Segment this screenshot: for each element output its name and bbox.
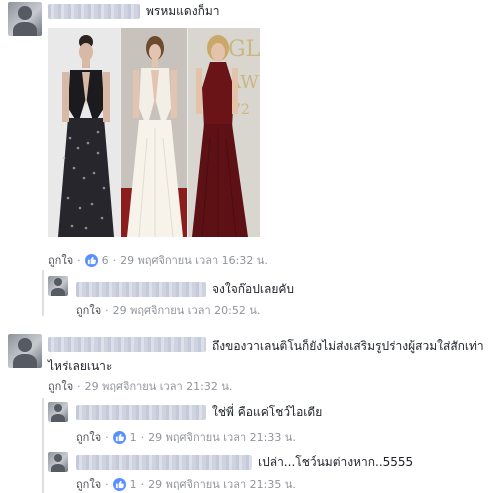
reply-thread-line xyxy=(42,270,44,316)
commenter-name-redacted[interactable] xyxy=(76,405,206,420)
reply-timestamp[interactable]: 29 พฤศจิกายน เวลา 21:35 น. xyxy=(148,475,296,493)
reaction-count[interactable]: 1 xyxy=(130,431,137,444)
like-link[interactable]: ถูกใจ xyxy=(76,301,101,319)
photo-panel-2 xyxy=(121,28,187,237)
comment-meta: ถูกใจ · 6 · 29 พฤศจิกายน เวลา 16:32 น. xyxy=(48,251,268,269)
reaction-count[interactable]: 1 xyxy=(130,478,137,491)
thumbs-up-icon[interactable] xyxy=(112,477,126,491)
comment-timestamp[interactable]: 29 พฤศจิกายน เวลา 16:32 น. xyxy=(120,251,268,269)
thumbs-up-icon[interactable] xyxy=(112,430,126,444)
separator-dot: · xyxy=(140,477,145,491)
avatar[interactable] xyxy=(48,402,68,422)
reply-meta: ถูกใจ · 29 พฤศจิกายน เวลา 20:52 น. xyxy=(76,301,260,319)
reply-meta: ถูกใจ · 1 · 29 พฤศจิกายน เวลา 21:33 น. xyxy=(76,428,296,446)
commenter-name-redacted[interactable] xyxy=(76,282,206,297)
comment-photo[interactable]: GL AW 72 xyxy=(48,28,260,237)
comment-timestamp[interactable]: 29 พฤศจิกายน เวลา 21:32 น. xyxy=(85,377,233,395)
thumbs-up-icon[interactable] xyxy=(84,253,98,267)
comment-text: พรหมแดงก็มา xyxy=(146,4,220,18)
reply-thread-line xyxy=(42,398,44,493)
separator-dot: · xyxy=(140,430,145,444)
reply-timestamp[interactable]: 29 พฤศจิกายน เวลา 21:33 น. xyxy=(148,428,296,446)
commenter-name-redacted[interactable] xyxy=(76,455,252,470)
separator-dot: · xyxy=(77,379,81,393)
separator-dot: · xyxy=(105,303,109,317)
avatar[interactable] xyxy=(8,334,42,368)
reply-text: เปล่า...โชว์นมต่างหาก..5555 xyxy=(258,455,414,469)
separator-dot: · xyxy=(105,430,109,444)
commenter-name-redacted[interactable] xyxy=(48,4,140,19)
comment-text: ถึงของวาเลนติโนก็ยังไม่ส่งเสริมรูปร่างผู… xyxy=(48,339,484,373)
like-link[interactable]: ถูกใจ xyxy=(48,377,73,395)
photo-panel-1 xyxy=(48,28,120,237)
like-link[interactable]: ถูกใจ xyxy=(76,428,101,446)
like-link[interactable]: ถูกใจ xyxy=(48,251,73,269)
avatar[interactable] xyxy=(48,276,68,296)
like-link[interactable]: ถูกใจ xyxy=(76,475,101,493)
reaction-count[interactable]: 6 xyxy=(102,254,109,267)
avatar[interactable] xyxy=(8,2,42,36)
reply-timestamp[interactable]: 29 พฤศจิกายน เวลา 20:52 น. xyxy=(113,301,261,319)
avatar[interactable] xyxy=(48,452,68,472)
photo-panel-3: GL AW 72 xyxy=(188,28,260,237)
reply-text: จงใจก๊อปเลยคับ xyxy=(212,282,295,296)
reply-meta: ถูกใจ · 1 · 29 พฤศจิกายน เวลา 21:35 น. xyxy=(76,475,296,493)
reply-text: ใช่พี่ คือแค่โชว์ไอเดีย xyxy=(212,405,323,419)
separator-dot: · xyxy=(105,477,109,491)
separator-dot: · xyxy=(77,253,81,267)
svg-text:GL: GL xyxy=(228,37,260,62)
separator-dot: · xyxy=(112,253,117,267)
comment-meta: ถูกใจ · 29 พฤศจิกายน เวลา 21:32 น. xyxy=(48,377,232,395)
